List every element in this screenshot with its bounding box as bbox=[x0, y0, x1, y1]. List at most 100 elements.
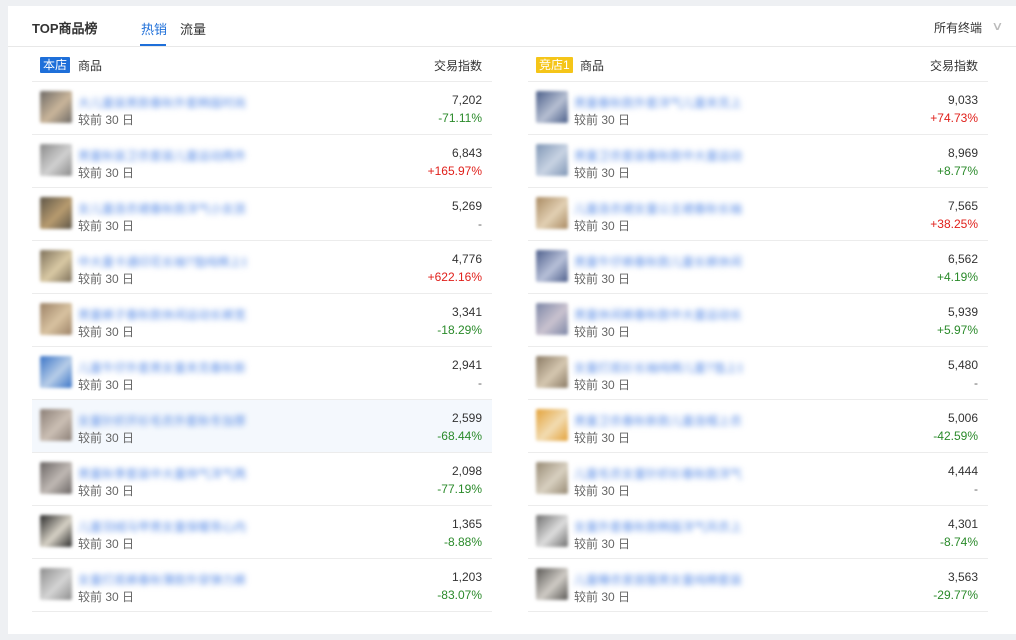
product-name-link[interactable]: 大儿童装男款春秋外套韩版时尚潮流 bbox=[78, 94, 246, 111]
table-row[interactable]: 儿童毛衣女童针织衫春秋款洋气 较前 30 日 4,444 - bbox=[528, 453, 988, 506]
product-thumbnail[interactable] bbox=[536, 144, 568, 176]
trade-index-value: 5,480 bbox=[947, 358, 978, 372]
competitor-header: 竞店1 商品 交易指数 bbox=[528, 48, 988, 82]
column-product: 商品 bbox=[580, 59, 605, 73]
product-thumbnail[interactable] bbox=[536, 568, 568, 600]
change-percent: -83.07% bbox=[437, 588, 482, 602]
table-row[interactable]: 男童卫衣春秋新款儿童连帽上衣潮 较前 30 日 5,006 -42.59% bbox=[528, 400, 988, 453]
compare-period-label: 较前 30 日 bbox=[78, 219, 135, 233]
trade-index-value: 3,563 bbox=[947, 570, 978, 584]
trade-index-value: 5,269 bbox=[451, 199, 482, 213]
trade-index-value: 5,006 bbox=[947, 411, 978, 425]
product-name-link[interactable]: 女童针织开衫毛衣外套秋冬加厚款 bbox=[78, 412, 246, 429]
table-row[interactable]: 男童春秋款外套洋气儿童夹克上衣 较前 30 日 9,033 +74.73% bbox=[528, 82, 988, 135]
product-name-link[interactable]: 儿童睡衣家居服男女童纯棉套装 bbox=[574, 571, 742, 588]
change-percent: -8.88% bbox=[443, 535, 482, 549]
product-name-link[interactable]: 男童秋装卫衣套装儿童运动两件套 bbox=[78, 147, 246, 164]
product-thumbnail[interactable] bbox=[40, 409, 72, 441]
compare-period-label: 较前 30 日 bbox=[574, 219, 631, 233]
product-name-link[interactable]: 男童牛仔裤春秋款儿童长裤休闲裤 bbox=[574, 253, 742, 270]
table-row[interactable]: 儿童连衣裙女童公主裙春秋长袖款 较前 30 日 7,565 +38.25% bbox=[528, 188, 988, 241]
product-name-link[interactable]: 女童打底衫长袖纯棉儿童T恤上衣 bbox=[574, 359, 742, 376]
table-row[interactable]: 中大童卡通印花长袖T恤纯棉上衣 较前 30 日 4,776 +622.16% bbox=[32, 241, 492, 294]
product-name-link[interactable]: 女儿童连衣裙春秋款洋气小女孩裙子 bbox=[78, 200, 246, 217]
table-row[interactable]: 儿童睡衣家居服男女童纯棉套装 较前 30 日 3,563 -29.77% bbox=[528, 559, 988, 612]
compare-period-label: 较前 30 日 bbox=[78, 378, 135, 392]
product-name-link[interactable]: 中大童卡通印花长袖T恤纯棉上衣 bbox=[78, 253, 246, 270]
product-thumbnail[interactable] bbox=[40, 144, 72, 176]
change-percent: +8.77% bbox=[936, 164, 978, 178]
table-row[interactable]: 儿童羽绒马甲男女童保暖背心内搭 较前 30 日 1,365 -8.88% bbox=[32, 506, 492, 559]
product-thumbnail[interactable] bbox=[536, 91, 568, 123]
product-name-link[interactable]: 儿童牛仔外套男女童夹克春秋新款 bbox=[78, 359, 246, 376]
table-row[interactable]: 男童裤子春秋款休闲运动长裤宽松 较前 30 日 3,341 -18.29% bbox=[32, 294, 492, 347]
table-row[interactable]: 女儿童连衣裙春秋款洋气小女孩裙子较前 30 日 5,269 - bbox=[32, 188, 492, 241]
change-percent: -8.74% bbox=[939, 535, 978, 549]
table-row[interactable]: 男童牛仔裤春秋款儿童长裤休闲裤 较前 30 日 6,562 +4.19% bbox=[528, 241, 988, 294]
top-products-card: TOP商品榜 热销 流量 所有终端 ∨ 本店 商品 交易指数 大儿童装男款春秋外… bbox=[8, 6, 1016, 634]
change-percent: -18.29% bbox=[437, 323, 482, 337]
product-name-link[interactable]: 男童卫衣春秋新款儿童连帽上衣潮 bbox=[574, 412, 742, 429]
product-thumbnail[interactable] bbox=[536, 409, 568, 441]
change-percent: +622.16% bbox=[427, 270, 482, 284]
compare-period-label: 较前 30 日 bbox=[78, 113, 135, 127]
product-name-link[interactable]: 儿童羽绒马甲男女童保暖背心内搭 bbox=[78, 518, 246, 535]
product-thumbnail[interactable] bbox=[536, 515, 568, 547]
change-percent: -68.44% bbox=[437, 429, 482, 443]
product-thumbnail[interactable] bbox=[40, 250, 72, 282]
card-header: TOP商品榜 热销 流量 所有终端 ∨ bbox=[8, 6, 1016, 47]
change-percent: +5.97% bbox=[936, 323, 978, 337]
compare-period-label: 较前 30 日 bbox=[574, 113, 631, 127]
product-thumbnail[interactable] bbox=[40, 568, 72, 600]
table-row[interactable]: 男童秋装卫衣套装儿童运动两件套 较前 30 日 6,843 +165.97% bbox=[32, 135, 492, 188]
change-percent: -29.77% bbox=[933, 588, 978, 602]
table-row[interactable]: 女童打底衫长袖纯棉儿童T恤上衣 较前 30 日 5,480 - bbox=[528, 347, 988, 400]
compare-period-label: 较前 30 日 bbox=[574, 272, 631, 286]
own-store-list: 大儿童装男款春秋外套韩版时尚潮流较前 30 日 7,202 -71.11% 男童秋装卫… bbox=[32, 82, 492, 612]
product-thumbnail[interactable] bbox=[40, 91, 72, 123]
table-row[interactable]: 女童打底裤春秋薄款外穿弹力裤子 较前 30 日 1,203 -83.07% bbox=[32, 559, 492, 612]
compare-period-label: 较前 30 日 bbox=[78, 166, 135, 180]
product-thumbnail[interactable] bbox=[40, 515, 72, 547]
table-row[interactable]: 儿童牛仔外套男女童夹克春秋新款 较前 30 日 2,941 - bbox=[32, 347, 492, 400]
table-row[interactable]: 男童休闲裤春秋款中大童运动长裤 较前 30 日 5,939 +5.97% bbox=[528, 294, 988, 347]
table-row[interactable]: 女童外套春秋款韩版洋气风衣上衣 较前 30 日 4,301 -8.74% bbox=[528, 506, 988, 559]
product-thumbnail[interactable] bbox=[536, 303, 568, 335]
trade-index-value: 7,202 bbox=[451, 93, 482, 107]
terminal-dropdown[interactable]: 所有终端 ∨ bbox=[934, 19, 1004, 36]
table-row[interactable]: 女童针织开衫毛衣外套秋冬加厚款 较前 30 日 2,599 -68.44% bbox=[32, 400, 492, 453]
trade-index-value: 4,301 bbox=[947, 517, 978, 531]
tab-traffic[interactable]: 流量 bbox=[180, 19, 206, 38]
compare-period-label: 较前 30 日 bbox=[574, 484, 631, 498]
product-name-link[interactable]: 女童打底裤春秋薄款外穿弹力裤子 bbox=[78, 571, 246, 588]
change-percent: +165.97% bbox=[427, 164, 482, 178]
table-row[interactable]: 男童秋季套装中大童帅气洋气两件 较前 30 日 2,098 -77.19% bbox=[32, 453, 492, 506]
compare-period-label: 较前 30 日 bbox=[78, 431, 135, 445]
product-name-link[interactable]: 男童休闲裤春秋款中大童运动长裤 bbox=[574, 306, 742, 323]
product-name-link[interactable]: 男童秋季套装中大童帅气洋气两件 bbox=[78, 465, 246, 482]
compare-period-label: 较前 30 日 bbox=[574, 590, 631, 604]
product-thumbnail[interactable] bbox=[40, 356, 72, 388]
product-thumbnail[interactable] bbox=[40, 462, 72, 494]
product-name-link[interactable]: 儿童连衣裙女童公主裙春秋长袖款 bbox=[574, 200, 742, 217]
tab-hot-sales[interactable]: 热销 bbox=[141, 19, 167, 38]
own-store-header: 本店 商品 交易指数 bbox=[32, 48, 492, 82]
product-thumbnail[interactable] bbox=[40, 197, 72, 229]
product-thumbnail[interactable] bbox=[536, 356, 568, 388]
change-percent: -71.11% bbox=[438, 111, 482, 125]
product-name-link[interactable]: 男童卫衣套装春秋款中大童运动服 bbox=[574, 147, 742, 164]
product-thumbnail[interactable] bbox=[536, 250, 568, 282]
trade-index-value: 7,565 bbox=[947, 199, 978, 213]
table-row[interactable]: 大儿童装男款春秋外套韩版时尚潮流较前 30 日 7,202 -71.11% bbox=[32, 82, 492, 135]
product-thumbnail[interactable] bbox=[536, 462, 568, 494]
product-name-link[interactable]: 男童裤子春秋款休闲运动长裤宽松 bbox=[78, 306, 246, 323]
compare-period-label: 较前 30 日 bbox=[574, 431, 631, 445]
product-thumbnail[interactable] bbox=[40, 303, 72, 335]
table-row[interactable]: 男童卫衣套装春秋款中大童运动服 较前 30 日 8,969 +8.77% bbox=[528, 135, 988, 188]
column-trade-index: 交易指数 bbox=[433, 59, 482, 73]
product-name-link[interactable]: 儿童毛衣女童针织衫春秋款洋气 bbox=[574, 465, 742, 482]
trade-index-value: 4,444 bbox=[947, 464, 978, 478]
product-thumbnail[interactable] bbox=[536, 197, 568, 229]
product-name-link[interactable]: 男童春秋款外套洋气儿童夹克上衣 bbox=[574, 94, 742, 111]
product-name-link[interactable]: 女童外套春秋款韩版洋气风衣上衣 bbox=[574, 518, 742, 535]
